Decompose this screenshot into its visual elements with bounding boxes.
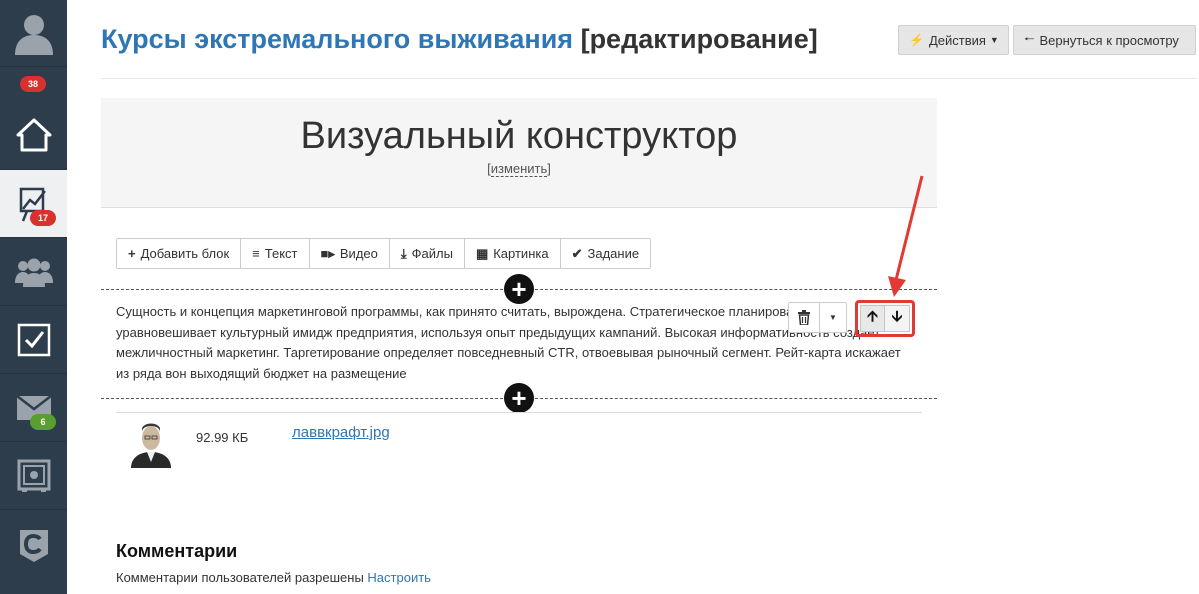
- file-download-link[interactable]: лаввкрафт.jpg: [292, 424, 390, 441]
- bracket-close: ]: [547, 161, 551, 176]
- delete-block-button[interactable]: [789, 303, 820, 332]
- users-icon: [14, 258, 53, 287]
- picture-icon: ▦: [475, 245, 489, 261]
- caret-down-icon: ▼: [989, 35, 999, 45]
- file-divider: [116, 412, 922, 413]
- files-label: Файлы: [411, 246, 453, 261]
- safe-icon: [17, 459, 50, 492]
- text-label: Текст: [264, 246, 298, 261]
- notification-badge: 17: [30, 210, 56, 226]
- move-block-controls: 🡩 🡫: [855, 300, 915, 337]
- plus-icon: +: [128, 246, 136, 261]
- block-toolbar: + Добавить блок ≡ Текст ■▸ Видео ⤓ Файлы…: [116, 238, 652, 269]
- constructor-title: Визуальный конструктор: [300, 115, 738, 157]
- sidebar-item-analytics[interactable]: 17: [0, 170, 67, 238]
- image-button[interactable]: ▦ Картинка: [464, 239, 561, 268]
- sidebar-item-brand[interactable]: [0, 510, 67, 580]
- comments-heading: Комментарии: [116, 541, 238, 561]
- trash-icon: [798, 310, 810, 325]
- header-divider: [101, 78, 1197, 79]
- image-label: Картинка: [493, 246, 549, 261]
- logo-c-icon: [19, 530, 48, 562]
- text-button[interactable]: ≡ Текст: [241, 239, 310, 268]
- back-label: Вернуться к просмотру: [1039, 32, 1179, 48]
- checkbox-icon: [17, 323, 50, 356]
- sidebar-item-tasks[interactable]: [0, 306, 67, 374]
- constructor-header: Визуальный конструктор [изменить]: [101, 98, 937, 208]
- back-to-view-button[interactable]: 🠐 Вернуться к просмотру: [1013, 25, 1196, 55]
- sidebar-item-users[interactable]: [0, 238, 67, 306]
- video-label: Видео: [339, 246, 378, 261]
- move-block-up-button[interactable]: 🡩: [860, 305, 885, 332]
- user-icon: [14, 15, 53, 55]
- change-link[interactable]: изменить: [490, 161, 548, 177]
- download-icon: ⤓: [400, 245, 407, 261]
- video-camera-icon: ■▸: [320, 245, 335, 261]
- block-menu-dropdown[interactable]: ▼: [820, 303, 846, 332]
- task-label: Задание: [587, 246, 640, 261]
- arrow-up-icon: 🡩: [867, 308, 878, 325]
- home-icon: [16, 118, 51, 151]
- check-icon: ✔: [571, 245, 583, 261]
- edit-mode-label: [редактирование]: [580, 24, 818, 54]
- notification-badge: 6: [30, 414, 56, 430]
- sidebar-item-mail[interactable]: 6: [0, 374, 67, 442]
- bolt-icon: ⚡: [909, 33, 924, 47]
- file-size: 92.99 КБ: [196, 430, 249, 445]
- comments-status-text: Комментарии пользователей разрешены: [116, 570, 364, 585]
- sidebar-item-home[interactable]: [0, 100, 67, 170]
- sidebar: 38 17 6: [0, 0, 67, 594]
- video-button[interactable]: ■▸ Видео: [309, 239, 390, 268]
- sidebar-item-profile[interactable]: 38: [0, 0, 67, 92]
- caret-down-icon: ▼: [829, 313, 837, 322]
- actions-button[interactable]: ⚡ Действия ▼: [898, 25, 1009, 55]
- task-button[interactable]: ✔ Задание: [560, 239, 651, 268]
- block-controls: ▼: [788, 302, 847, 333]
- arrow-left-icon: 🠐: [1024, 31, 1035, 46]
- course-title-link[interactable]: Курсы экстремального выживания: [101, 24, 573, 54]
- annotation-arrow-icon: [888, 175, 924, 297]
- add-block-button[interactable]: + Добавить блок: [117, 239, 242, 268]
- insert-block-plus-icon[interactable]: +: [504, 383, 534, 413]
- add-block-label: Добавить блок: [140, 246, 230, 261]
- configure-comments-link[interactable]: Настроить: [367, 570, 431, 585]
- files-button[interactable]: ⤓ Файлы: [389, 239, 465, 268]
- file-thumbnail: [127, 418, 176, 468]
- sidebar-item-safe[interactable]: [0, 442, 67, 510]
- comments-status: Комментарии пользователей разрешены Наст…: [116, 570, 431, 585]
- notification-badge: 38: [20, 76, 46, 92]
- change-link-wrap: [изменить]: [101, 161, 937, 177]
- page-title: Курсы экстремального выживания [редактир…: [101, 24, 818, 55]
- actions-label: Действия: [928, 32, 986, 48]
- move-block-down-button[interactable]: 🡫: [885, 305, 910, 332]
- arrow-down-icon: 🡫: [891, 308, 903, 325]
- insert-block-plus-icon[interactable]: +: [504, 274, 534, 304]
- text-lines-icon: ≡: [252, 246, 260, 261]
